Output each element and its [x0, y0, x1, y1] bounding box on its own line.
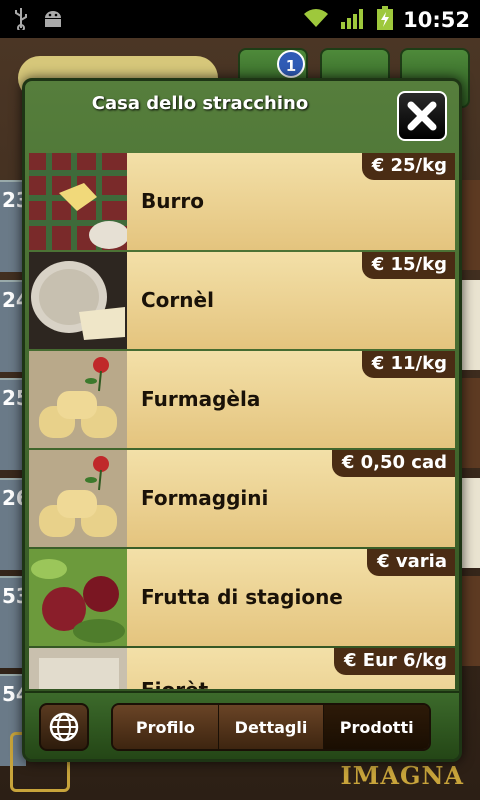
product-item[interactable]: Fiorèt € Eur 6/kg	[29, 648, 455, 689]
tab-dettagli[interactable]: Dettagli	[218, 705, 325, 749]
globe-icon	[49, 712, 79, 742]
battery-charging-icon	[377, 6, 394, 34]
product-price: € varia	[367, 549, 455, 576]
dialog-bottom-bar: Profilo Dettagli Prodotti	[25, 691, 459, 759]
tab-bar: Profilo Dettagli Prodotti	[111, 703, 431, 751]
product-item[interactable]: Frutta di stagione € varia	[29, 549, 455, 646]
clock: 10:52	[403, 8, 470, 32]
dialog-title: Casa dello stracchino	[91, 93, 309, 114]
notification-badge: 1	[277, 50, 305, 78]
small-cheeses-photo	[29, 351, 127, 448]
signal-icon	[341, 7, 367, 33]
butter-photo	[29, 153, 127, 250]
product-price: € 15/kg	[361, 252, 455, 279]
brand-label: IMAGNA	[340, 761, 464, 790]
product-price: € 11/kg	[361, 351, 455, 378]
android-debug-icon	[42, 8, 64, 34]
close-icon	[407, 101, 437, 131]
usb-icon	[14, 8, 28, 34]
close-button[interactable]	[397, 91, 447, 141]
product-price: € 0,50 cad	[331, 450, 455, 477]
small-cheeses-photo	[29, 450, 127, 547]
product-name: Burro	[141, 189, 204, 213]
products-dialog: Casa dello stracchino Burro € 25/kg Corn…	[22, 78, 462, 762]
product-item[interactable]: Formaggini € 0,50 cad	[29, 450, 455, 547]
wifi-icon	[301, 7, 331, 33]
product-item[interactable]: Cornèl € 15/kg	[29, 252, 455, 349]
plums-photo	[29, 549, 127, 646]
tab-prodotti[interactable]: Prodotti	[324, 705, 429, 749]
globe-button[interactable]	[39, 703, 89, 751]
cheese-photo	[29, 648, 127, 689]
product-name: Furmagèla	[141, 387, 261, 411]
status-bar: 10:52	[0, 0, 480, 38]
product-price: € 25/kg	[361, 153, 455, 180]
product-list[interactable]: Burro € 25/kg Cornèl € 15/kg Furmagèla €…	[29, 153, 455, 689]
product-name: Frutta di stagione	[141, 585, 343, 609]
tab-profilo[interactable]: Profilo	[113, 705, 219, 749]
product-price: € Eur 6/kg	[334, 648, 455, 675]
product-item[interactable]: Furmagèla € 11/kg	[29, 351, 455, 448]
cheese-wheel-photo	[29, 252, 127, 349]
product-name: Cornèl	[141, 288, 214, 312]
product-item[interactable]: Burro € 25/kg	[29, 153, 455, 250]
